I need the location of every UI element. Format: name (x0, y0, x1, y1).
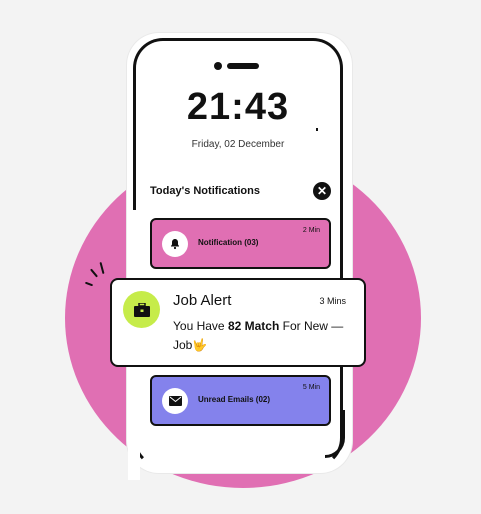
close-notifications-button[interactable]: ✕ (313, 182, 331, 200)
rock-hand-emoji: 🤟 (192, 338, 208, 352)
notifications-title: Today's Notifications (150, 185, 260, 197)
notification-card-label: Notification (03) (198, 238, 259, 247)
notification-card-time: 2 Min (302, 227, 320, 234)
job-alert-card[interactable]: Job Alert 3 Mins You Have 82 Match For N… (110, 278, 366, 367)
job-alert-message: You Have 82 Match For New — Job🤟 (173, 317, 353, 355)
job-alert-time: 3 Mins (319, 296, 346, 306)
camera-dot (214, 62, 222, 70)
illustration-stage: 21:43 Friday, 02 December Today's Notifi… (0, 0, 481, 514)
job-alert-match-count: 82 Match (227, 319, 280, 333)
job-alert-message-prefix: You Have (173, 319, 228, 333)
bell-icon (162, 231, 188, 257)
unread-emails-label: Unread Emails (02) (198, 395, 271, 404)
lockscreen-time: 21:43 (186, 86, 290, 128)
lockscreen-date: Friday, 02 December (191, 139, 285, 150)
speaker-bar (227, 63, 259, 69)
decorative-mark (316, 128, 318, 131)
briefcase-icon (123, 291, 160, 328)
mail-icon (162, 388, 188, 414)
unread-emails-time: 5 Min (302, 384, 320, 391)
notification-card[interactable]: Notification (03) 2 Min (150, 218, 331, 269)
job-alert-title: Job Alert (173, 292, 232, 309)
unread-emails-card[interactable]: Unread Emails (02) 5 Min (150, 375, 331, 426)
